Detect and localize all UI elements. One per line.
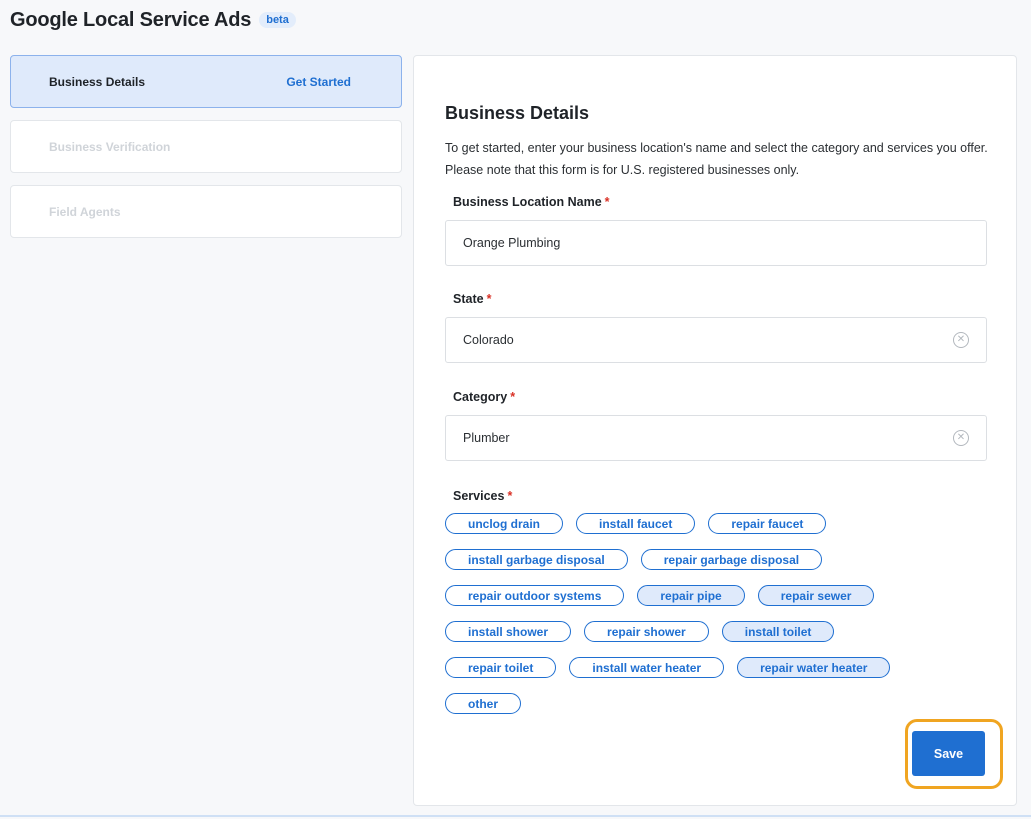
steps-sidebar: Business Details Get Started Business Ve… [10,55,402,250]
services-chip-group: unclog drain install faucet repair fauce… [445,513,985,729]
chip-row: repair outdoor systems repair pipe repai… [445,585,985,606]
step-status: Get Started [286,74,351,89]
chip-row: unclog drain install faucet repair fauce… [445,513,985,534]
required-marker: * [604,195,610,209]
clear-icon[interactable]: ✕ [953,332,969,348]
chip-row: other [445,693,985,714]
chip-row: repair toilet install water heater repai… [445,657,985,678]
required-marker: * [507,489,513,503]
service-chip-repair-faucet[interactable]: repair faucet [708,513,827,534]
required-marker: * [510,390,516,404]
service-chip-repair-pipe[interactable]: repair pipe [637,585,745,606]
bottom-divider [0,815,1031,817]
step-label: Field Agents [49,204,121,219]
category-label: Category * [453,390,516,404]
business-details-card: Business Details To get started, enter y… [413,55,1017,806]
step-business-verification[interactable]: Business Verification [10,120,402,173]
step-business-details[interactable]: Business Details Get Started [10,55,402,108]
service-chip-install-garbage-disposal[interactable]: install garbage disposal [445,549,628,570]
chip-row: install shower repair shower install toi… [445,621,985,642]
service-chip-repair-outdoor-systems[interactable]: repair outdoor systems [445,585,625,606]
beta-badge: beta [259,12,296,28]
service-chip-repair-sewer[interactable]: repair sewer [757,585,875,606]
business-name-label: Business Location Name * [453,195,610,209]
service-chip-repair-garbage-disposal[interactable]: repair garbage disposal [640,549,823,570]
service-chip-unclog-drain[interactable]: unclog drain [445,513,563,534]
step-field-agents[interactable]: Field Agents [10,185,402,238]
service-chip-install-shower[interactable]: install shower [445,621,572,642]
app-title: Google Local Service Ads [10,8,252,31]
step-label: Business Verification [49,139,171,154]
business-name-value: Orange Plumbing [463,236,561,250]
service-chip-repair-toilet[interactable]: repair toilet [445,657,557,678]
state-label: State * [453,292,492,306]
service-chip-repair-water-heater[interactable]: repair water heater [737,657,891,678]
state-value: Colorado [463,333,514,347]
state-select[interactable]: Colorado ✕ [445,317,987,363]
services-label: Services * [453,489,513,503]
service-chip-repair-shower[interactable]: repair shower [584,621,709,642]
service-chip-install-toilet[interactable]: install toilet [721,621,835,642]
required-marker: * [486,292,492,306]
service-chip-install-faucet[interactable]: install faucet [576,513,696,534]
form-title: Business Details [445,103,590,123]
business-name-input[interactable]: Orange Plumbing [445,220,987,266]
clear-icon[interactable]: ✕ [953,430,969,446]
save-button[interactable]: Save [912,731,985,776]
form-description: To get started, enter your business loca… [445,141,988,177]
service-chip-install-water-heater[interactable]: install water heater [569,657,725,678]
app-header: Google Local Service Ads beta [10,6,296,34]
category-select[interactable]: Plumber ✕ [445,415,987,461]
service-chip-other[interactable]: other [445,693,521,714]
category-value: Plumber [463,431,510,445]
step-label: Business Details [49,74,146,89]
chip-row: install garbage disposal repair garbage … [445,549,985,570]
